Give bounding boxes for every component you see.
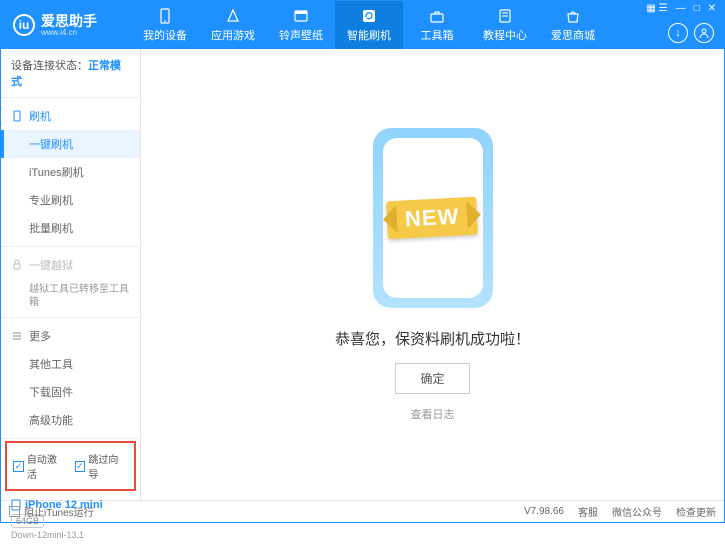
phone-icon: [156, 7, 174, 25]
connection-status: 设备连接状态：正常模式: [1, 49, 140, 98]
new-ribbon: NEW: [386, 196, 478, 239]
sidebar-item-batch[interactable]: 批量刷机: [1, 214, 140, 242]
checkbox-auto-activate[interactable]: ✓自动激活: [13, 451, 67, 481]
close-button[interactable]: ✕: [708, 3, 716, 14]
app-name: 爱思助手: [41, 14, 97, 28]
sidebar-jailbreak-head[interactable]: 一键越狱: [1, 251, 140, 279]
download-button[interactable]: ↓: [668, 23, 688, 43]
user-button[interactable]: [694, 23, 714, 43]
sidebar-more-head[interactable]: 更多: [1, 322, 140, 350]
menu-icon[interactable]: ▦ ☰: [646, 3, 667, 14]
checkbox-block-itunes[interactable]: 阻止iTunes运行: [9, 504, 94, 519]
options-highlight: ✓自动激活 ✓跳过向导: [5, 441, 136, 491]
refresh-icon: [360, 7, 378, 25]
nav-apps[interactable]: 应用游戏: [199, 1, 267, 49]
maximize-button[interactable]: □: [694, 3, 700, 14]
wechat-link[interactable]: 微信公众号: [612, 504, 662, 519]
sidebar-item-advanced[interactable]: 高级功能: [1, 406, 140, 434]
app-url: www.i4.cn: [41, 28, 97, 37]
app-header: iu 爱思助手 www.i4.cn 我的设备 应用游戏 铃声壁纸 智能刷机 工具…: [1, 1, 724, 49]
book-icon: [496, 7, 514, 25]
nav-store[interactable]: 爱思商城: [539, 1, 607, 49]
logo-area: iu 爱思助手 www.i4.cn: [1, 14, 131, 37]
logo-icon: iu: [13, 14, 35, 36]
window-controls: ▦ ☰ — □ ✕: [646, 3, 716, 14]
sidebar-item-oneclick[interactable]: 一键刷机: [1, 130, 140, 158]
top-nav: 我的设备 应用游戏 铃声壁纸 智能刷机 工具箱 教程中心 爱思商城: [131, 1, 607, 49]
ok-button[interactable]: 确定: [395, 363, 469, 394]
sidebar-item-other-tools[interactable]: 其他工具: [1, 350, 140, 378]
device-model: Down-12mini-13,1: [11, 530, 130, 540]
lock-icon: [11, 259, 23, 271]
sidebar: 设备连接状态：正常模式 刷机 一键刷机 iTunes刷机 专业刷机 批量刷机 一…: [1, 49, 141, 500]
checkbox-skip-guide[interactable]: ✓跳过向导: [75, 451, 129, 481]
success-message: 恭喜您，保资料刷机成功啦！: [335, 328, 530, 349]
sidebar-item-itunes[interactable]: iTunes刷机: [1, 158, 140, 186]
nav-my-device[interactable]: 我的设备: [131, 1, 199, 49]
phone-icon: [11, 110, 23, 122]
sidebar-item-pro[interactable]: 专业刷机: [1, 186, 140, 214]
sidebar-item-download-fw[interactable]: 下载固件: [1, 378, 140, 406]
more-icon: [11, 330, 23, 342]
minimize-button[interactable]: —: [676, 3, 686, 14]
nav-ringtones[interactable]: 铃声壁纸: [267, 1, 335, 49]
sidebar-flash-head[interactable]: 刷机: [1, 102, 140, 130]
toolbox-icon: [428, 7, 446, 25]
main-content: NEW 恭喜您，保资料刷机成功啦！ 确定 查看日志: [141, 49, 724, 500]
nav-tutorials[interactable]: 教程中心: [471, 1, 539, 49]
version-label: V7.98.66: [524, 506, 564, 517]
media-icon: [292, 7, 310, 25]
store-icon: [564, 7, 582, 25]
apps-icon: [224, 7, 242, 25]
jailbreak-note: 越狱工具已转移至工具箱: [1, 279, 140, 313]
nav-flash[interactable]: 智能刷机: [335, 1, 403, 49]
service-link[interactable]: 客服: [578, 504, 598, 519]
nav-toolbox[interactable]: 工具箱: [403, 1, 471, 49]
update-link[interactable]: 检查更新: [676, 504, 716, 519]
view-log-link[interactable]: 查看日志: [411, 406, 455, 422]
device-info[interactable]: iPhone 12 mini 64GB Down-12mini-13,1: [1, 493, 140, 546]
